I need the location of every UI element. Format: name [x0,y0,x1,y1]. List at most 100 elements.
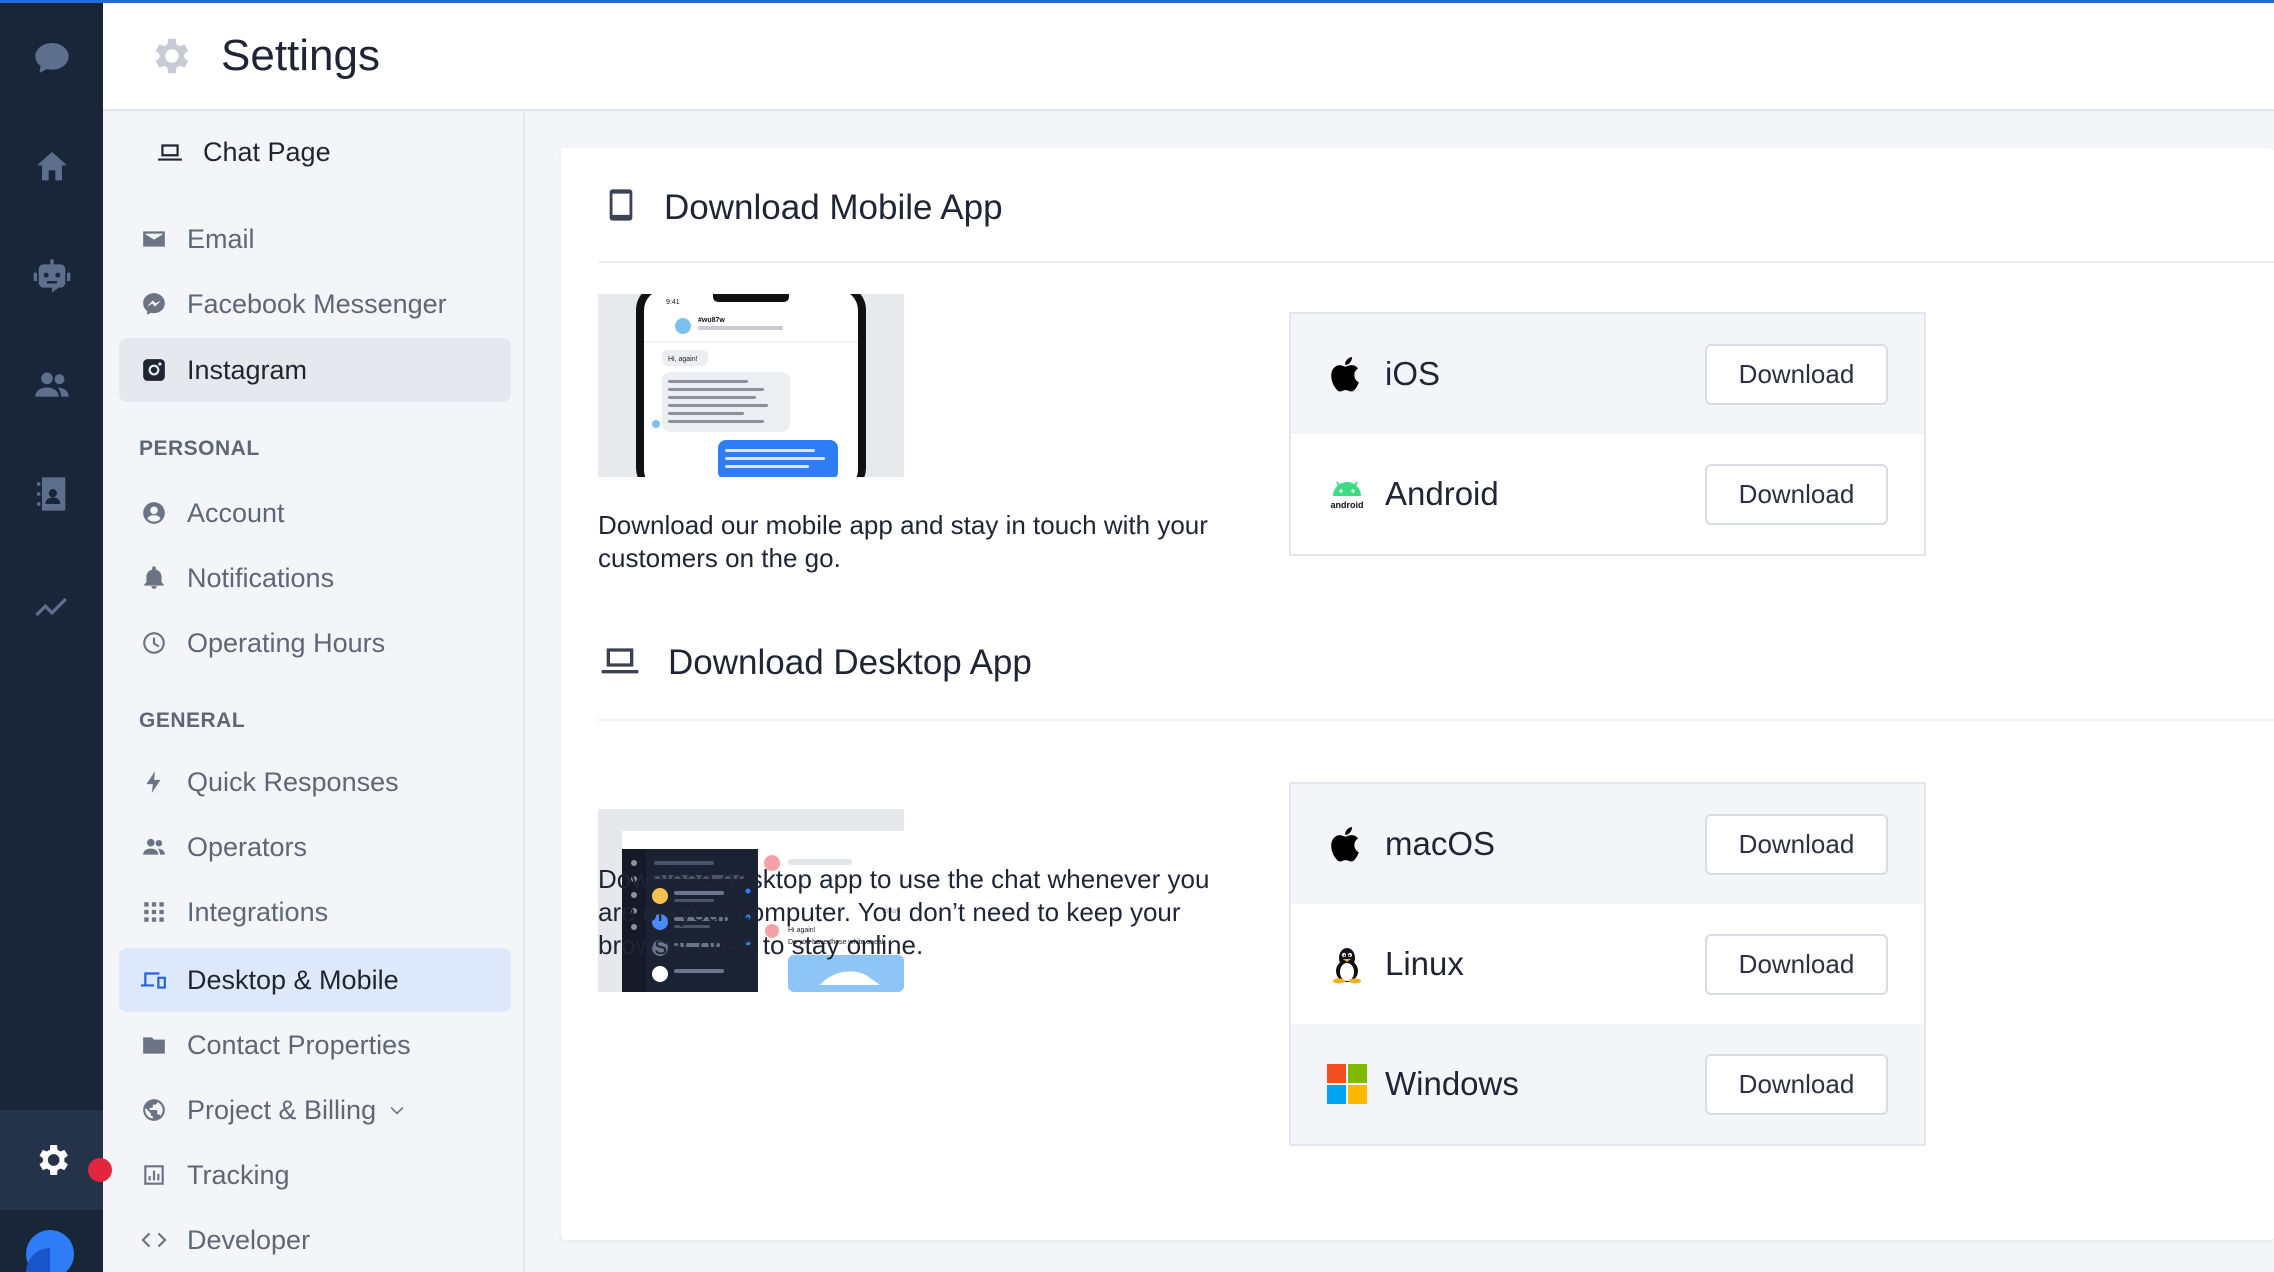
phone-chat-handle: #wu87w [698,317,725,324]
nav-item-contact-properties[interactable]: Contact Properties [119,1013,511,1077]
nav-item-label: Integrations [187,896,329,927]
platform-name: iOS [1385,355,1441,392]
nav-item-project-billing[interactable]: Project & Billing [119,1078,511,1142]
platform-row-ios: iOS Download [1291,314,1924,434]
nav-item-quick-responses[interactable]: Quick Responses [119,750,511,814]
envelope-icon [141,226,167,252]
platform-row-macos: macOS Download [1291,784,1924,904]
nav-item-label: Desktop & Mobile [187,964,399,995]
phone-status-time: 9:41 [666,299,680,306]
nav-item-operating-hours[interactable]: Operating Hours [119,611,511,675]
people-icon [141,834,167,860]
platform-row-linux: Linux Download [1291,904,1924,1024]
nav-item-email[interactable]: Email [119,207,511,271]
platform-name: Windows [1385,1065,1519,1102]
android-logo-text: android [1331,500,1364,510]
grid-icon [141,899,167,925]
nav-item-label: Facebook Messenger [187,288,447,319]
nav-item-developer[interactable]: Developer [119,1208,511,1272]
section-heading-general: GENERAL [139,709,246,732]
mobile-app-description: Download our mobile app and stay in touc… [598,510,1208,573]
platform-row-windows: Windows Download [1291,1024,1924,1144]
nav-item-label: Operating Hours [187,627,386,658]
chevron-down-icon[interactable] [388,1101,406,1119]
nav-item-label: Contact Properties [187,1029,411,1060]
home-icon [36,152,67,181]
page-title: Settings [221,31,380,80]
download-ios-button[interactable]: Download [1705,344,1888,405]
messenger-icon [141,291,167,317]
download-macos-button[interactable]: Download [1705,814,1888,875]
code-icon [141,1227,167,1253]
notification-dot [88,1158,112,1182]
nav-item-label: Email [187,223,255,254]
nav-item-chat-page[interactable]: Chat Page [135,120,527,184]
icon-rail [0,0,112,1272]
nav-item-facebook-messenger[interactable]: Facebook Messenger [119,272,511,336]
windows-logo-icon [1327,1064,1367,1104]
nav-item-integrations[interactable]: Integrations [119,880,511,944]
lightning-icon [141,769,167,795]
mobile-app-preview-image: 9:41 #wu87w Hi, again! [598,294,904,477]
clock-icon [141,630,167,656]
rail-bot-button[interactable] [0,226,103,326]
rail-chat-button[interactable] [0,8,103,108]
platform-name: Android [1385,475,1499,512]
rail-analytics-button[interactable] [0,553,103,653]
nav-item-desktop-mobile[interactable]: Desktop & Mobile [119,948,511,1012]
tux-penguin-icon [1327,944,1367,984]
gear-icon [147,33,193,79]
laptop-icon [157,139,183,165]
analytics-icon [34,597,67,617]
bot-icon [33,259,70,293]
nav-item-notifications[interactable]: Notifications [119,546,511,610]
nav-item-label: Project & Billing [187,1094,377,1125]
devices-icon [141,967,167,993]
bell-icon [141,565,167,591]
smartphone-icon [604,185,638,230]
nav-item-label: Tracking [187,1159,290,1190]
settings-header: Settings [103,3,2274,111]
mobile-section-title: Download Mobile App [604,185,1003,230]
apple-icon [1327,824,1367,864]
phone-bubble-1: Hi, again! [668,356,698,363]
bar-chart-icon [141,1162,167,1188]
nav-item-label: Operators [187,831,308,862]
instagram-icon [141,357,167,383]
section-divider [598,261,2274,263]
brand-logo-icon[interactable] [18,1222,78,1272]
chat-bubble-icon [34,43,69,73]
desktop-section-title: Download Desktop App [598,640,1032,685]
nav-item-operators[interactable]: Operators [119,815,511,879]
platform-row-android: android Android Download [1291,434,1924,554]
top-accent-line [0,0,2274,3]
section-divider [598,719,2274,721]
contacts-book-icon [36,477,65,511]
nav-item-label: Account [187,497,285,528]
desktop-section-heading: Download Desktop App [668,642,1032,682]
platform-name: macOS [1385,825,1496,862]
rail-settings-button[interactable] [0,1110,103,1210]
download-android-button[interactable]: Download [1705,464,1888,525]
globe-icon [141,1097,167,1123]
desktop-download-box: macOS Download Linux Download Windows Do… [1289,782,1926,1146]
nav-item-label: Quick Responses [187,766,399,797]
mobile-section-heading: Download Mobile App [664,187,1003,227]
settings-sidebar: Chat Page Email Facebook Messenger Insta… [103,113,525,1272]
settings-gear-icon [39,1145,68,1175]
nav-item-tracking[interactable]: Tracking [119,1143,511,1207]
nav-item-instagram[interactable]: Instagram [119,338,511,402]
user-circle-icon [141,500,167,526]
download-linux-button[interactable]: Download [1705,934,1888,995]
nav-item-label: Chat Page [203,136,331,167]
platform-name: Linux [1385,945,1464,982]
rail-people-button[interactable] [0,335,103,435]
nav-item-label: Instagram [187,354,308,385]
nav-item-account[interactable]: Account [119,481,511,545]
mobile-download-box: iOS Download android Android Download [1289,312,1926,556]
rail-home-button[interactable] [0,117,103,217]
rail-contacts-button[interactable] [0,444,103,544]
nav-item-label: Developer [187,1224,311,1255]
folder-icon [141,1032,167,1058]
download-windows-button[interactable]: Download [1705,1054,1888,1115]
